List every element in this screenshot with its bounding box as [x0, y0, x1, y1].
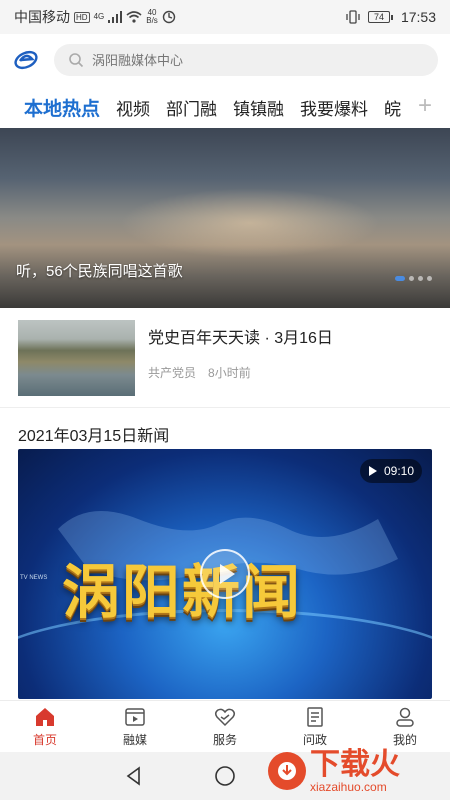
battery-indicator: 74: [367, 11, 393, 23]
news-source: 共产党员: [148, 366, 197, 380]
tab-anhui[interactable]: 皖: [384, 95, 401, 120]
add-channel-icon[interactable]: +: [412, 94, 438, 120]
carousel-dot: [409, 276, 414, 281]
hd-badge: HD: [74, 11, 90, 23]
video-title-art: 涡阳新闻: [62, 558, 303, 626]
banner-title[interactable]: 听，56个民族同唱这首歌: [16, 260, 183, 281]
status-bar: 中国移动 HD 4G 40 B/s 74 17:53: [0, 0, 450, 34]
home-circle-icon[interactable]: [214, 765, 236, 787]
tab-local-hot[interactable]: 本地热点: [24, 94, 100, 121]
nav-home[interactable]: 首页: [0, 701, 90, 752]
battery-level: 74: [367, 11, 390, 23]
nav-label: 首页: [32, 733, 57, 747]
search-input[interactable]: [92, 52, 424, 68]
carousel-dot: [418, 276, 423, 281]
watermark-domain: xiazaihuo.com: [310, 780, 387, 794]
news-title[interactable]: 党史百年天天读 · 3月16日: [148, 324, 333, 348]
vibrate-icon: [346, 10, 360, 24]
news-thumbnail: [18, 320, 135, 396]
play-small-icon: [368, 466, 377, 476]
watermark: 下载火 xiazaihuo.com: [260, 742, 450, 800]
carousel-dot: [395, 276, 405, 281]
banner-carousel[interactable]: 听，56个民族同唱这首歌: [0, 128, 450, 308]
nav-label: 融媒: [122, 733, 147, 747]
search-icon: [69, 53, 84, 68]
nav-media[interactable]: 融媒: [90, 701, 180, 752]
tab-video[interactable]: 视频: [116, 95, 150, 120]
play-button[interactable]: [200, 549, 250, 599]
download-icon: [278, 762, 296, 780]
profile-icon: [396, 707, 414, 727]
sync-icon: [162, 10, 175, 24]
tab-report[interactable]: 我要爆料: [300, 95, 368, 120]
carrier-label: 中国移动: [14, 9, 70, 25]
tab-towns[interactable]: 镇镇融: [233, 95, 284, 120]
channel-tabs: 本地热点 视频 部门融 镇镇融 我要爆料 皖 +: [0, 86, 450, 128]
network-type: 4G: [93, 12, 105, 21]
carousel-indicator: [395, 276, 432, 281]
news-list-item[interactable]: 党史百年天天读 · 3月16日 共产党员 8小时前: [0, 308, 450, 408]
play-icon: [220, 564, 235, 584]
back-icon[interactable]: [124, 766, 144, 786]
video-card[interactable]: TV NEWS 涡阳新闻 09:10: [18, 449, 432, 699]
home-icon: [36, 708, 54, 726]
app-logo-icon[interactable]: [12, 46, 40, 74]
nav-label: 服务: [212, 733, 237, 747]
service-icon: [214, 708, 236, 727]
speed-unit: B/s: [146, 16, 158, 25]
nav-service[interactable]: 服务: [180, 701, 270, 752]
politics-icon: [307, 707, 323, 727]
tab-department[interactable]: 部门融: [166, 95, 217, 120]
watermark-logo-icon: [268, 752, 306, 790]
search-bar[interactable]: [54, 44, 438, 76]
network-speed: 40 B/s: [146, 9, 158, 25]
video-ticker: TV NEWS: [20, 575, 48, 581]
app-header: [0, 34, 450, 86]
clock: 17:53: [400, 9, 436, 25]
wifi-icon: [126, 11, 142, 23]
signal-icon: [108, 11, 123, 23]
news-time: 8小时前: [208, 366, 251, 380]
media-icon: [125, 708, 145, 726]
section-title: 2021年03月15日新闻: [18, 428, 170, 445]
carousel-dot: [427, 276, 432, 281]
duration-label: 09:10: [383, 464, 414, 478]
video-duration: 09:10: [359, 459, 422, 483]
watermark-name: 下载火: [310, 748, 400, 781]
